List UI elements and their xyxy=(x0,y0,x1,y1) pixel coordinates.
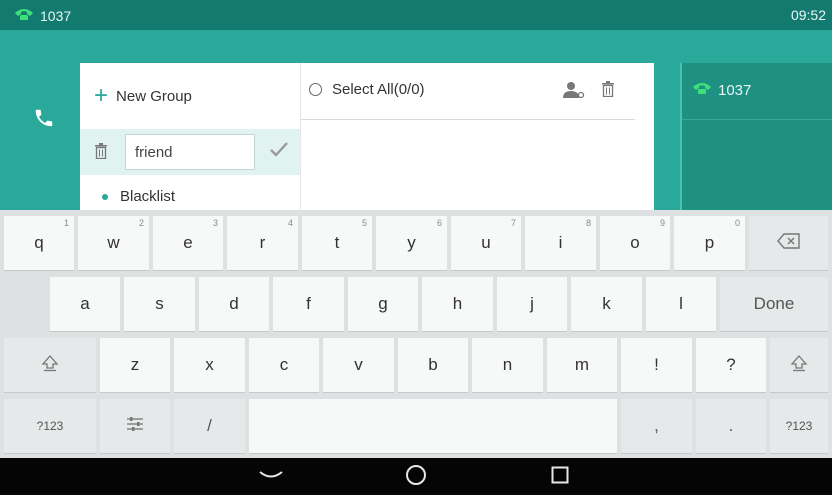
key-n[interactable]: n xyxy=(472,338,543,392)
group-edit-row xyxy=(80,129,300,175)
key-d[interactable]: d xyxy=(199,277,269,331)
account-panel: 1037 xyxy=(680,63,832,210)
navigation-bar xyxy=(0,458,832,495)
trash-icon[interactable] xyxy=(94,143,108,164)
status-bar: 1037 09:52 xyxy=(0,0,832,30)
key-exclamation[interactable]: ! xyxy=(621,338,692,392)
account-label: 1037 xyxy=(718,81,752,99)
nav-home-button[interactable] xyxy=(403,464,429,491)
key-g[interactable]: g xyxy=(348,277,418,331)
key-x[interactable]: x xyxy=(174,338,245,392)
key-i[interactable]: i8 xyxy=(525,216,596,270)
key-s[interactable]: s xyxy=(124,277,195,331)
square-recent-icon xyxy=(551,466,569,489)
shift-key-left[interactable] xyxy=(4,338,96,392)
key-r[interactable]: r4 xyxy=(227,216,298,270)
done-key[interactable]: Done xyxy=(720,277,828,331)
key-v[interactable]: v xyxy=(323,338,394,392)
divider xyxy=(301,119,635,120)
key-b[interactable]: b xyxy=(398,338,468,392)
plus-icon: + xyxy=(94,82,109,109)
backspace-icon xyxy=(776,232,801,254)
key-slash[interactable]: / xyxy=(174,399,245,453)
key-comma[interactable]: , xyxy=(621,399,692,453)
line-status: 1037 xyxy=(14,7,71,24)
keyboard-settings-key[interactable] xyxy=(100,399,170,453)
key-p[interactable]: p0 xyxy=(674,216,745,270)
account-line-1037[interactable]: 1037 xyxy=(692,81,751,99)
settings-icon xyxy=(126,416,144,437)
person-icon[interactable] xyxy=(563,81,585,104)
radio-icon xyxy=(309,83,322,96)
new-group-label: New Group xyxy=(116,87,192,105)
blacklist-label: Blacklist xyxy=(120,188,176,205)
nav-back-button[interactable] xyxy=(258,465,284,489)
shift-icon xyxy=(41,354,59,377)
key-u[interactable]: u7 xyxy=(451,216,521,270)
phone-icon xyxy=(33,107,55,134)
key-q[interactable]: q1 xyxy=(4,216,74,270)
key-c[interactable]: c xyxy=(249,338,319,392)
phone-icon xyxy=(14,7,34,24)
nav-recent-button[interactable] xyxy=(547,465,573,489)
contacts-panel: Select All(0/0) xyxy=(300,63,654,210)
key-t[interactable]: t5 xyxy=(302,216,372,270)
on-screen-keyboard: q1 w2 e3 r4 t5 y6 u7 i8 o9 p0 a s d f g … xyxy=(0,210,832,458)
key-j[interactable]: j xyxy=(497,277,567,331)
new-group-button[interactable]: + New Group xyxy=(80,63,300,129)
key-z[interactable]: z xyxy=(100,338,170,392)
key-f[interactable]: f xyxy=(273,277,344,331)
key-w[interactable]: w2 xyxy=(78,216,149,270)
shift-key-right[interactable] xyxy=(770,338,828,392)
chevron-down-icon xyxy=(258,468,284,486)
group-item-blacklist[interactable]: Blacklist xyxy=(80,183,300,210)
key-a[interactable]: a xyxy=(50,277,120,331)
clock: 09:52 xyxy=(790,7,826,23)
line-number: 1037 xyxy=(40,7,72,24)
phone-screen: 1037 09:52 + New Group Blacklist xyxy=(0,0,832,495)
key-k[interactable]: k xyxy=(571,277,642,331)
key-y[interactable]: y6 xyxy=(376,216,447,270)
key-o[interactable]: o9 xyxy=(600,216,670,270)
space-key[interactable] xyxy=(249,399,617,453)
key-m[interactable]: m xyxy=(547,338,617,392)
select-all-option[interactable]: Select All(0/0) xyxy=(309,81,425,98)
divider xyxy=(682,119,832,120)
key-h[interactable]: h xyxy=(422,277,493,331)
symbols-key-right[interactable]: ?123 xyxy=(770,399,828,453)
group-panel: + New Group Blacklist xyxy=(80,63,300,210)
backspace-key[interactable] xyxy=(749,216,828,270)
shift-icon xyxy=(790,354,808,377)
call-tab[interactable] xyxy=(24,100,64,140)
select-all-label: Select All(0/0) xyxy=(332,81,425,98)
circle-home-icon xyxy=(405,464,427,491)
check-icon[interactable] xyxy=(270,141,288,162)
key-period[interactable]: . xyxy=(696,399,766,453)
symbols-key-left[interactable]: ?123 xyxy=(4,399,96,453)
group-name-input[interactable] xyxy=(125,134,255,170)
bullet-icon xyxy=(102,193,108,200)
key-l[interactable]: l xyxy=(646,277,716,331)
key-e[interactable]: e3 xyxy=(153,216,223,270)
phone-icon xyxy=(692,81,712,99)
trash-icon[interactable] xyxy=(601,81,615,102)
key-question[interactable]: ? xyxy=(696,338,766,392)
